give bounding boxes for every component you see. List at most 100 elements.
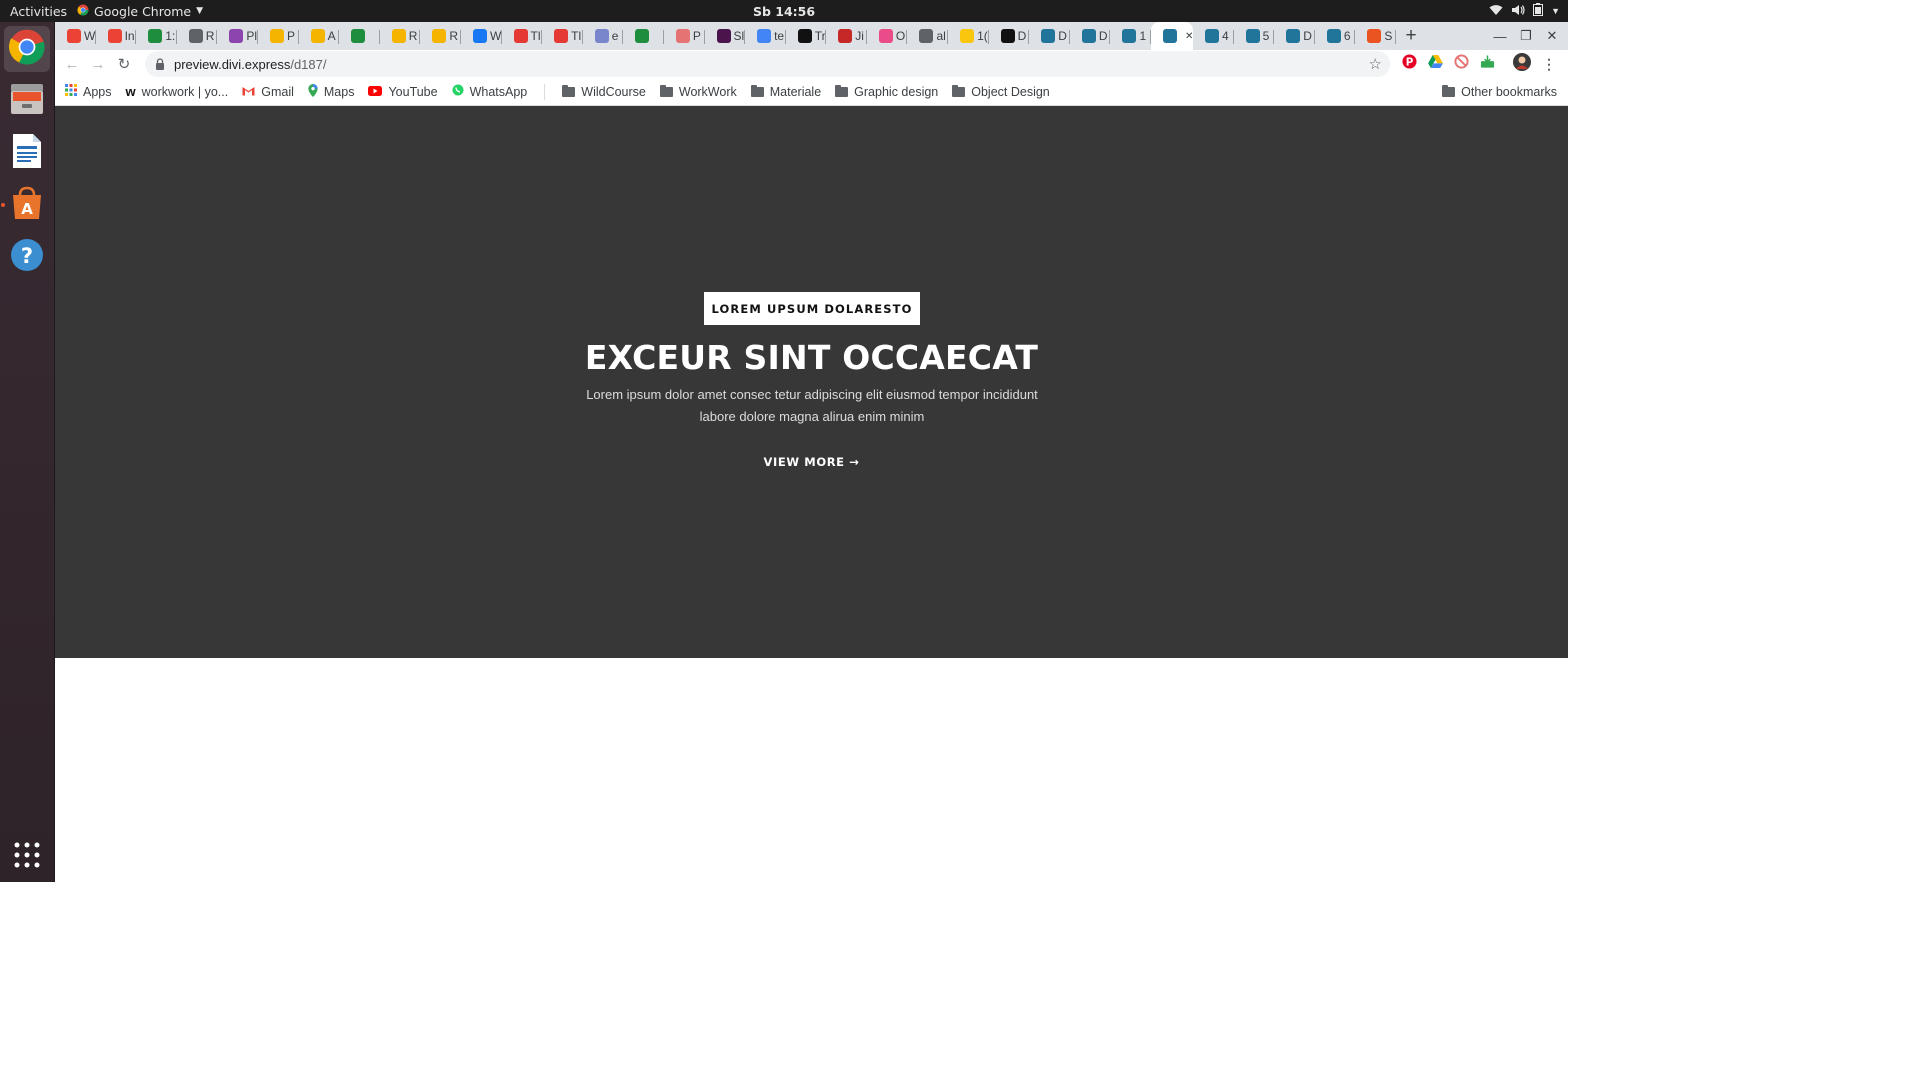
tray-extension[interactable] <box>1479 54 1495 72</box>
browser-tab[interactable]: Tr <box>786 22 827 50</box>
close-window-button[interactable]: ✕ <box>1539 22 1565 50</box>
blocked-extension[interactable] <box>1453 54 1469 72</box>
tab-title: R <box>449 29 459 43</box>
browser-tab[interactable]: Ji <box>826 22 867 50</box>
browser-tab[interactable]: e <box>583 22 624 50</box>
browser-tab[interactable]: P <box>664 22 705 50</box>
browser-tab[interactable]: te <box>745 22 786 50</box>
browser-tab[interactable]: Pl <box>217 22 258 50</box>
bookmark-folder[interactable]: Object Design <box>945 80 1057 104</box>
svg-text:A: A <box>21 200 33 218</box>
browser-tab[interactable]: 4 <box>1193 22 1234 50</box>
workwork-icon: w <box>125 84 136 99</box>
browser-tab[interactable]: P <box>258 22 299 50</box>
browser-tab[interactable]: R <box>420 22 461 50</box>
drive-extension[interactable] <box>1427 55 1443 72</box>
profile-avatar[interactable] <box>1513 52 1531 73</box>
browser-tab[interactable] <box>339 22 380 50</box>
browser-tab[interactable]: 5 <box>1234 22 1275 50</box>
bookmark-maps[interactable]: Maps <box>301 80 362 104</box>
tab-title: A <box>327 29 336 43</box>
browser-tab[interactable]: 6 <box>1315 22 1356 50</box>
facebook-icon <box>472 29 487 43</box>
close-tab-icon[interactable]: ✕ <box>1185 31 1193 42</box>
bookmark-folder[interactable]: Materiale <box>744 80 828 104</box>
browser-tab[interactable]: In <box>96 22 137 50</box>
browser-tab[interactable]: 1: <box>136 22 177 50</box>
clock[interactable]: Sb 14:56 <box>753 4 815 19</box>
bookmark-youtube[interactable]: YouTube <box>361 80 444 104</box>
bookmark-apps[interactable]: Apps <box>55 80 119 104</box>
browser-tab[interactable]: W <box>461 22 502 50</box>
chat-icon <box>635 29 650 43</box>
bookmark-folder[interactable]: WorkWork <box>653 80 744 104</box>
tab-title: In <box>124 29 135 43</box>
browser-tab[interactable]: 1 <box>1110 22 1151 50</box>
youtube-icon <box>368 85 383 99</box>
dock-chrome[interactable] <box>4 26 50 72</box>
reload-button[interactable]: ↻ <box>111 51 137 77</box>
browser-tab[interactable]: al <box>907 22 948 50</box>
activities-button[interactable]: Activities <box>0 4 77 19</box>
browser-tab[interactable]: O <box>867 22 908 50</box>
bookmark-workwork[interactable]: w workwork | yo... <box>119 80 236 104</box>
new-tab-button[interactable]: + <box>1396 22 1426 50</box>
browser-tab[interactable]: D <box>1070 22 1111 50</box>
folder-icon <box>659 84 673 97</box>
browser-tab[interactable]: W <box>55 22 96 50</box>
wordpress-icon <box>1122 29 1137 43</box>
dock-files[interactable] <box>4 78 50 124</box>
software-center-icon: A <box>9 185 45 226</box>
tab-title: D <box>1017 29 1027 43</box>
browser-tab[interactable]: R <box>177 22 218 50</box>
star-icon[interactable]: ☆ <box>1369 55 1382 73</box>
minimize-button[interactable]: — <box>1487 22 1513 50</box>
browser-tab[interactable]: S <box>1355 22 1396 50</box>
dock-writer[interactable] <box>4 130 50 176</box>
pinterest-extension[interactable]: P <box>1401 54 1417 72</box>
browser-tab[interactable]: ✕ <box>1151 22 1194 50</box>
browser-tab[interactable]: 1( <box>948 22 989 50</box>
system-tray[interactable]: ▼ <box>1489 0 1560 22</box>
browser-tab[interactable]: D <box>1274 22 1315 50</box>
dock-software-center[interactable]: A <box>4 182 50 228</box>
bookmark-folder[interactable]: WildCourse <box>555 80 653 104</box>
dock-help[interactable]: ? <box>4 234 50 280</box>
forward-button[interactable]: → <box>85 51 111 77</box>
bookmark-label: Maps <box>323 84 355 99</box>
bookmark-gmail[interactable]: Gmail <box>235 80 301 104</box>
browser-tab[interactable]: Sl <box>705 22 746 50</box>
url-host: preview.divi.express <box>174 56 291 72</box>
restore-button[interactable]: ❐ <box>1513 22 1539 50</box>
other-bookmarks[interactable]: Other bookmarks <box>1435 80 1564 104</box>
address-bar[interactable]: preview.divi.express/d187/ ☆ <box>145 51 1390 77</box>
app-menu[interactable]: Google Chrome ▼ <box>77 4 203 19</box>
bookmark-whatsapp[interactable]: WhatsApp <box>445 80 535 104</box>
wordpress-icon <box>1205 29 1220 43</box>
bookmark-folder[interactable]: Graphic design <box>828 80 945 104</box>
purple-icon <box>229 29 244 43</box>
apps-grid-icon <box>65 84 77 99</box>
trend-icon <box>513 29 528 43</box>
ubuntu-icon <box>1367 29 1382 43</box>
wordpress-icon <box>1081 29 1096 43</box>
tab-title: 4 <box>1222 29 1229 43</box>
show-applications-icon <box>14 842 40 873</box>
browser-tab[interactable]: Tl <box>502 22 543 50</box>
yellow-icon <box>960 29 975 43</box>
files-icon <box>9 81 45 122</box>
browser-tab[interactable]: R <box>380 22 421 50</box>
tab-title: Tr <box>814 29 826 43</box>
tab-title: 5 <box>1262 29 1270 43</box>
browser-tab[interactable]: Tl <box>542 22 583 50</box>
chrome-menu-button[interactable]: ⋮ <box>1541 56 1557 72</box>
browser-tab[interactable]: A <box>299 22 340 50</box>
wordpress-icon <box>1286 29 1301 43</box>
browser-tab[interactable]: D <box>989 22 1030 50</box>
view-more-link[interactable]: VIEW MORE → <box>764 455 860 469</box>
browser-tab[interactable]: D <box>1029 22 1070 50</box>
tab-title: D <box>1303 29 1312 43</box>
back-button[interactable]: ← <box>59 51 85 77</box>
show-applications-button[interactable] <box>4 834 50 880</box>
browser-tab[interactable] <box>623 22 664 50</box>
